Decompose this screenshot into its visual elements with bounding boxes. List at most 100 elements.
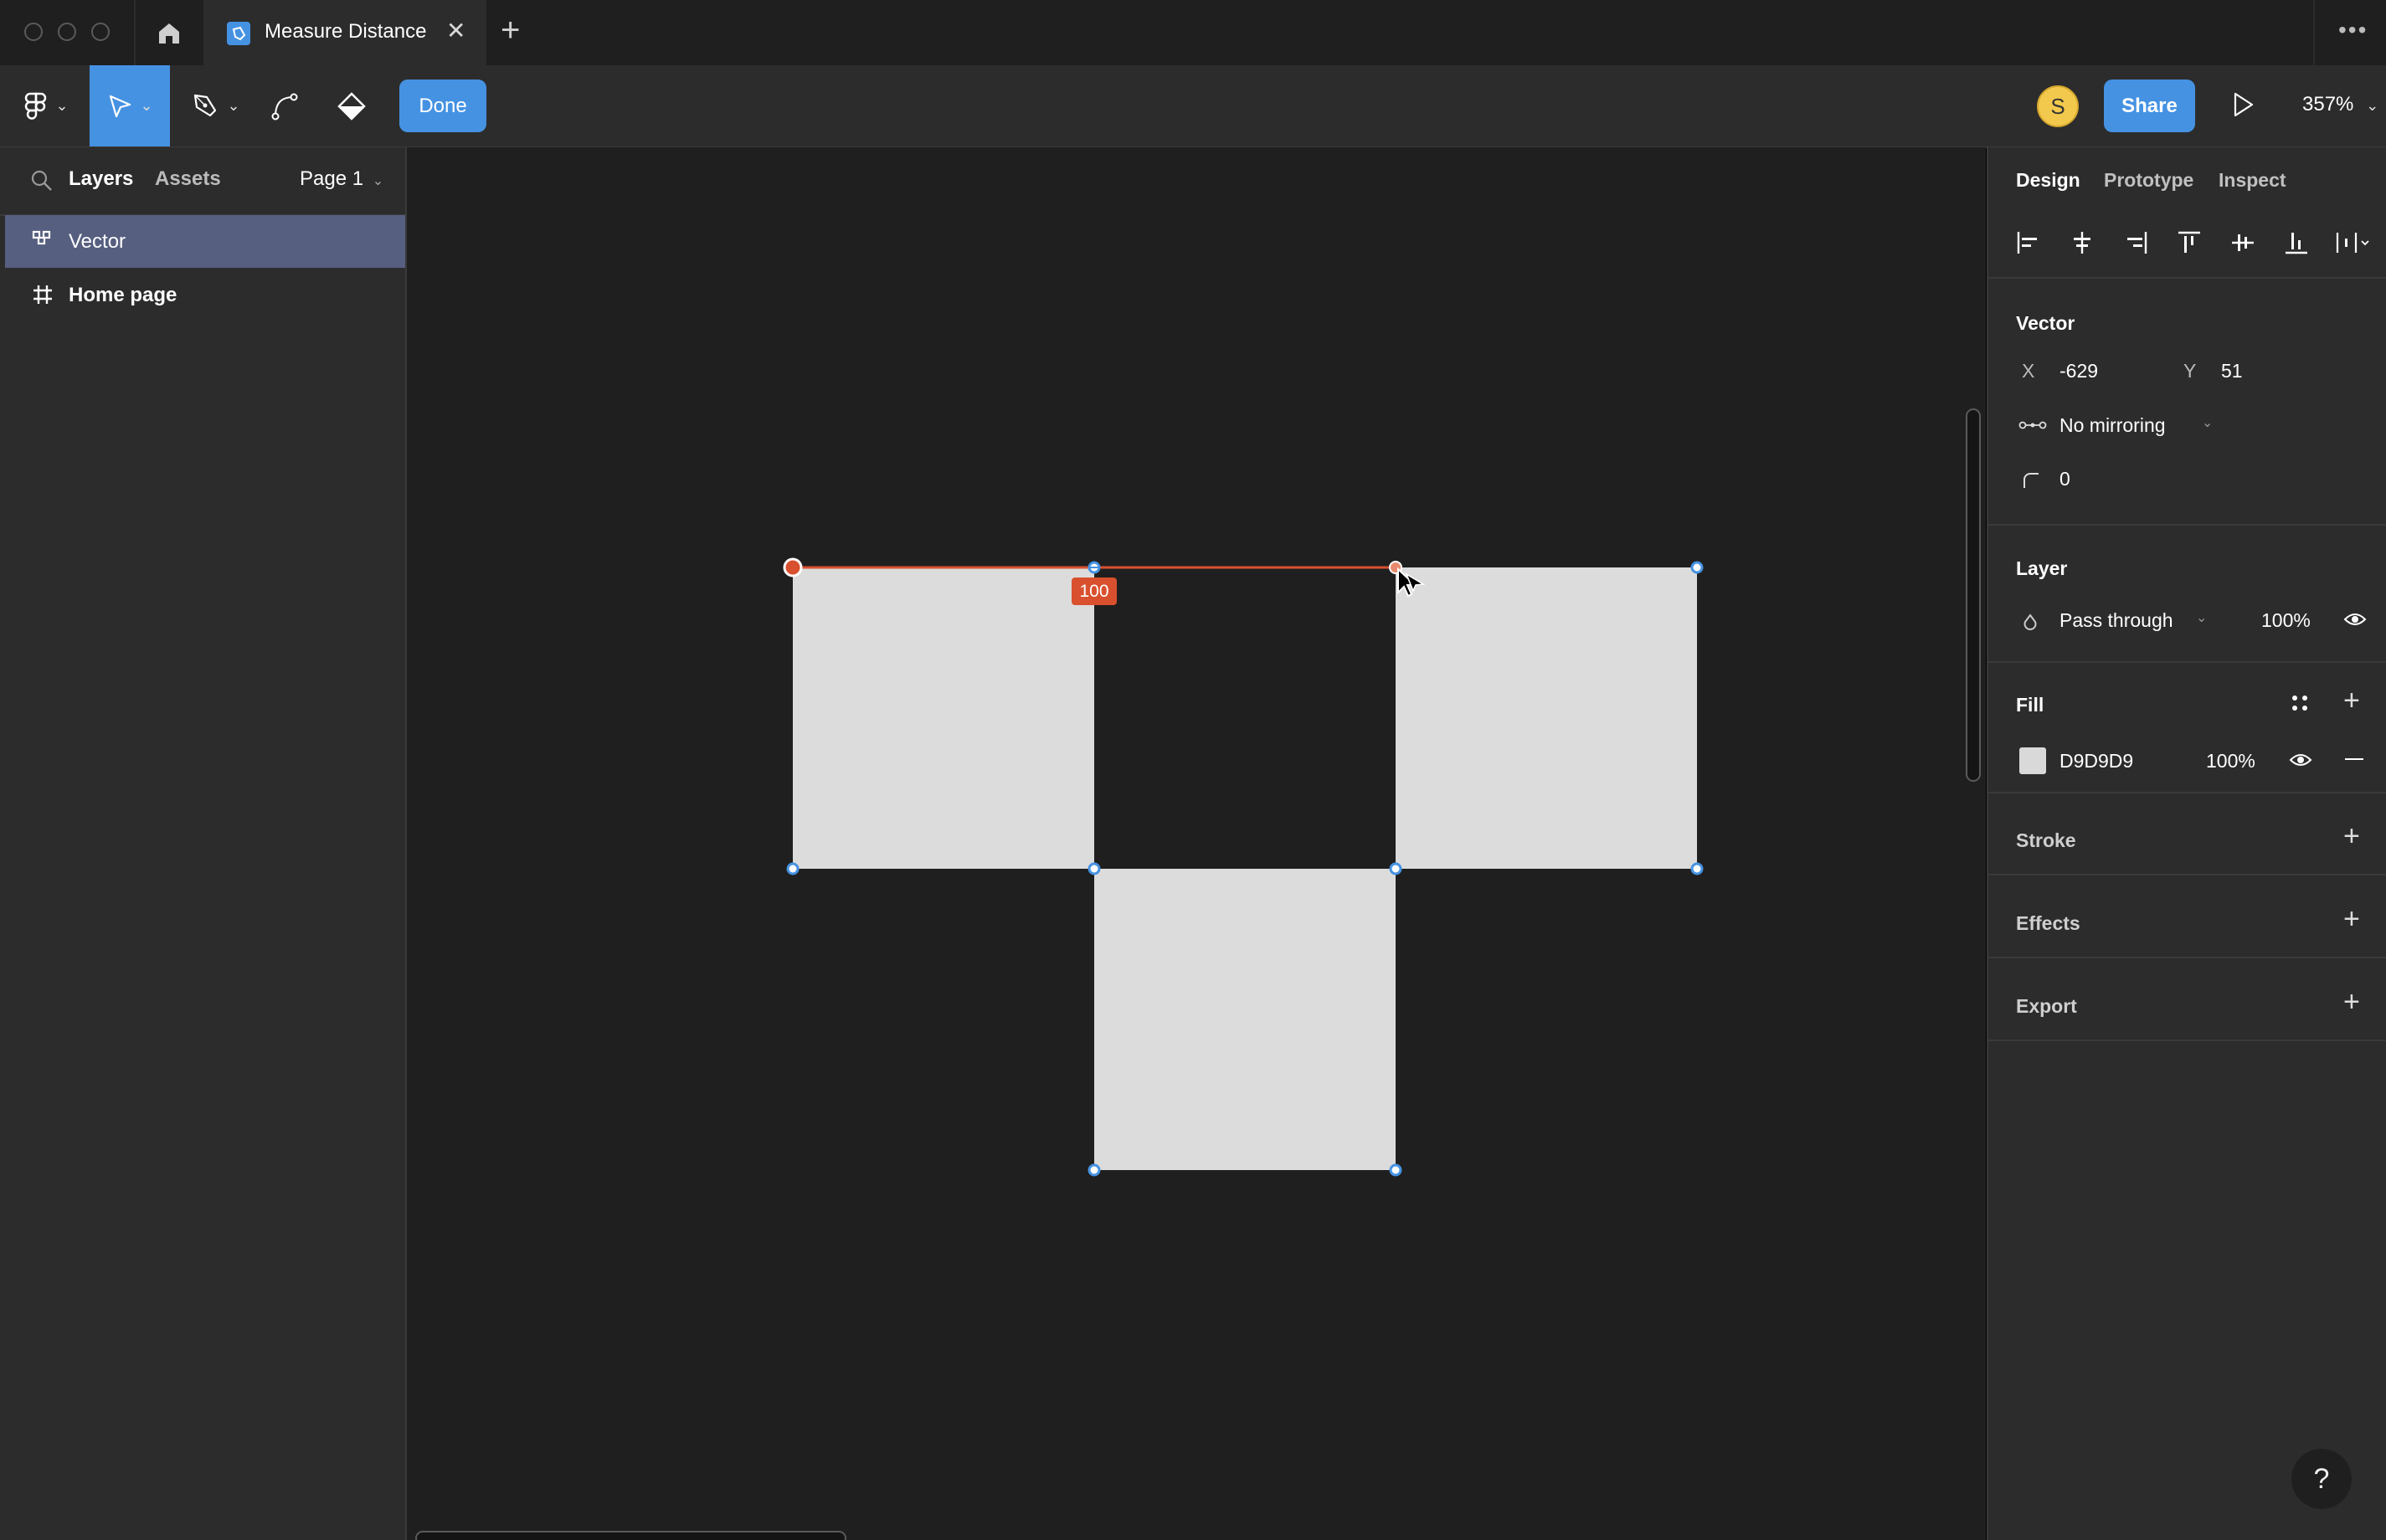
align-bottom-icon[interactable] — [2284, 230, 2309, 255]
tab-assets[interactable]: Assets — [155, 167, 221, 191]
vector-square-left — [793, 567, 1094, 869]
align-right-icon[interactable] — [2123, 230, 2148, 255]
add-fill-icon[interactable]: + — [2343, 685, 2360, 717]
tab-title: Measure Distance — [265, 20, 427, 43]
paint-bucket-icon — [337, 91, 366, 121]
stroke-section-title: Stroke — [2016, 829, 2076, 851]
divider — [1988, 524, 2386, 526]
layers-panel: Layers Assets Page 1 ⌄ Vector Home page — [0, 147, 407, 1540]
export-section-title: Export — [2016, 995, 2077, 1017]
eye-icon[interactable] — [2289, 752, 2312, 768]
y-value: 51 — [2221, 360, 2243, 382]
align-horizontal-center-icon[interactable] — [2070, 230, 2095, 255]
window-close-button[interactable] — [24, 23, 43, 41]
fill-opacity-value[interactable]: 100% — [2206, 750, 2255, 773]
figma-file-icon — [227, 22, 250, 45]
x-label: X — [2022, 360, 2035, 382]
tab-prototype[interactable]: Prototype — [2104, 169, 2193, 192]
fill-color-swatch[interactable] — [2019, 747, 2046, 774]
mirroring-dropdown[interactable]: No mirroring ⌄ — [2013, 409, 2223, 443]
move-tool-button[interactable]: ⌄ — [90, 65, 170, 146]
chevron-down-icon: ⌄ — [140, 97, 153, 114]
vertex-handle — [1088, 862, 1101, 875]
vector-square-right — [1396, 567, 1697, 869]
title-bar: Measure Distance ✕ + ••• — [0, 0, 2386, 65]
eye-icon[interactable] — [2343, 611, 2367, 628]
help-button[interactable]: ? — [2291, 1449, 2352, 1509]
add-export-icon[interactable]: + — [2343, 986, 2360, 1019]
mirroring-value: No mirroring — [2059, 414, 2166, 436]
zoom-dropdown[interactable]: 357% ⌄ — [2302, 93, 2378, 116]
x-value: -629 — [2059, 360, 2099, 382]
window-minimize-button[interactable] — [58, 23, 76, 41]
home-button[interactable] — [134, 0, 206, 65]
present-button[interactable] — [2231, 90, 2256, 123]
layer-opacity-value[interactable]: 100% — [2261, 609, 2311, 632]
pen-icon — [194, 94, 217, 116]
chevron-down-icon: ⌄ — [2366, 97, 2379, 114]
fill-color-field[interactable]: D9D9D9 — [2013, 743, 2223, 777]
home-icon — [159, 23, 179, 44]
bend-curve-icon — [271, 93, 298, 120]
chevron-down-icon: ⌄ — [372, 174, 384, 188]
horizontal-scrollbar[interactable] — [415, 1531, 846, 1540]
divider — [1988, 1040, 2386, 1041]
layer-item-vector[interactable]: Vector — [5, 215, 405, 268]
add-effect-icon[interactable]: + — [2343, 903, 2360, 936]
done-button[interactable]: Done — [399, 80, 486, 132]
paint-bucket-button[interactable] — [331, 65, 373, 146]
remove-fill-icon[interactable] — [2345, 758, 2363, 760]
tab-layers[interactable]: Layers — [69, 167, 133, 191]
layer-item-home-page[interactable]: Home page — [5, 269, 405, 321]
divider — [1988, 661, 2386, 663]
vertex-handle — [1389, 1163, 1402, 1177]
align-top-icon[interactable] — [2177, 230, 2202, 255]
vector-section-title: Vector — [2016, 312, 2075, 334]
styles-icon[interactable] — [2290, 693, 2310, 713]
vertex-handle — [786, 862, 800, 875]
chevron-down-icon: ⌄ — [55, 97, 69, 114]
measure-distance-label: 100 — [1072, 578, 1117, 605]
file-tab[interactable]: Measure Distance ✕ — [203, 0, 486, 65]
window-maximize-button[interactable] — [91, 23, 110, 41]
align-vertical-center-icon[interactable] — [2230, 230, 2255, 255]
add-stroke-icon[interactable]: + — [2343, 820, 2360, 853]
bend-tool-button[interactable] — [264, 65, 306, 146]
divider — [1988, 792, 2386, 793]
share-button[interactable]: Share — [2104, 80, 2195, 132]
blend-mode-dropdown[interactable]: Pass through ⌄ — [2013, 604, 2223, 638]
search-icon[interactable] — [30, 169, 54, 192]
measure-start-point — [783, 557, 803, 578]
distribute-icon[interactable] — [2335, 230, 2373, 255]
new-tab-button[interactable]: + — [501, 12, 520, 49]
more-menu-button[interactable]: ••• — [2313, 0, 2386, 65]
tab-inspect[interactable]: Inspect — [2219, 169, 2286, 192]
corner-radius-icon — [2023, 473, 2039, 488]
chevron-down-icon: ⌄ — [2202, 416, 2214, 430]
vector-square-bottom — [1094, 869, 1396, 1170]
x-position-field[interactable]: X -629 — [2013, 355, 2173, 388]
blend-mode-value: Pass through — [2059, 609, 2173, 631]
align-left-icon[interactable] — [2016, 230, 2041, 255]
close-tab-icon[interactable]: ✕ — [446, 17, 465, 44]
user-avatar[interactable]: S — [2037, 85, 2079, 127]
y-label: Y — [2183, 360, 2197, 382]
vertical-scrollbar[interactable] — [1966, 408, 1981, 782]
main-menu-button[interactable]: ⌄ — [17, 65, 75, 146]
layer-section-title: Layer — [2016, 557, 2068, 579]
tab-design[interactable]: Design — [2016, 169, 2080, 192]
toolbar: ⌄ ⌄ ⌄ Done S Share 357% ⌄ — [0, 65, 2386, 148]
page-selector[interactable]: Page 1 ⌄ — [300, 167, 383, 191]
vertex-handle — [1389, 862, 1402, 875]
frame-icon — [33, 285, 52, 304]
more-icon: ••• — [2338, 17, 2368, 43]
corner-radius-field[interactable]: 0 — [2013, 463, 2173, 496]
pen-tool-button[interactable]: ⌄ — [183, 65, 249, 146]
move-arrow-icon — [110, 95, 131, 117]
y-position-field[interactable]: Y 51 — [2175, 355, 2334, 388]
canvas[interactable]: 100 — [407, 147, 1986, 1540]
layers-panel-header: Layers Assets Page 1 ⌄ — [0, 147, 405, 216]
blend-mode-icon — [2023, 613, 2037, 630]
play-icon — [2234, 92, 2254, 117]
layer-name: Home page — [69, 284, 177, 306]
